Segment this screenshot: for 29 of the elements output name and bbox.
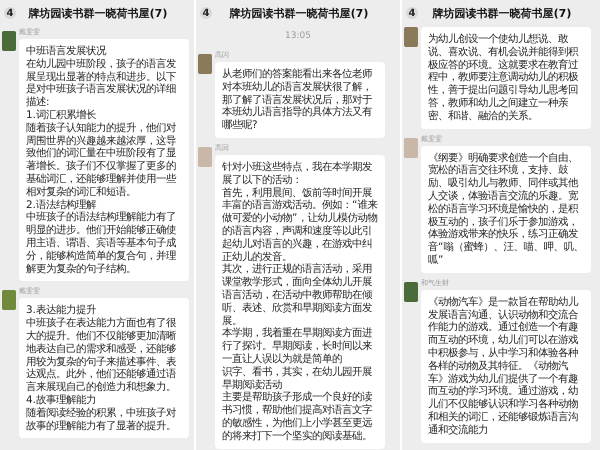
message-text: 随着阅读经验的积累，中班孩子对故事的理解能力有了显著的提升。 [26, 406, 177, 432]
message-text: 2.语法结构理解 [26, 198, 98, 211]
message-text: 《纲要》明确要求创造一个自由、宽松的语言交往环境，支持、鼓励、吸引幼儿与教师、同伴或其他人交谈，体验语言交流的乐趣。宽松的语言学习环境是愉快的，是积极互动的，孩子们乐于参加游戏，体验游戏带来的快乐，练习正确发音“嗡（蜜蜂）、汪、喵、呷、叽、呱” [428, 152, 584, 267]
message-text: 中班孩子在表达能力方面也有了很大的提升。他们不仅能够更加清晰地表达自己的需求和感受，还能够用较为复杂的句子来描述事件、表达观点。此外，他们还能够通过语言来展现自己的创造力和想象力。 [26, 317, 178, 394]
message-text: 其次，进行正规的语言活动，采用课堂教学形式，面向全体幼儿开展语言活动，在活动中教师帮助在倾听、表述、欣赏和早期阅读方面发展。 [222, 263, 374, 327]
message-text: 1.词汇积累增长 [26, 108, 97, 122]
message-text: 在幼儿园中班阶段，孩子的语言发展呈现出显著的特点和进步。以下是对中班孩子语言发展状况的详细描述: [26, 58, 177, 109]
message-text: 随着孩子认知能力的提升，他们对周围世界的兴趣越来越浓厚，这导致他们的词汇量在中班阶段有了显著增长。孩子们不仅掌握了更多的基础词汇，还能够理解并使用一些相对复杂的词汇和短语。 [26, 122, 178, 199]
message-text: 从老师们的答案能看出来各位老师对本班幼儿的语言发展状很了解，那了解了语言发展状况后，那对于本班幼儿语言指导的具体方法又有哪些呢? [222, 68, 373, 132]
unread-count[interactable]: 4 [200, 7, 212, 19]
message-text: 针对小班这些特点，我在本学期发展了以下的活动： [222, 160, 373, 187]
chat-title: 牌坊园读书群一晓荷书屋(7) [432, 6, 572, 20]
unread-count[interactable]: 4 [4, 7, 16, 19]
avatar-photo-placeholder[interactable] [404, 282, 418, 302]
message-text: 首先，利用晨间、饭前等时间开展丰富的语言游戏活动。例如：“谁来做可爱的小动物”，让幼儿模仿动物的语言内容，声调和速度等以此引起幼儿对语言的兴趣，在游戏中纠正幼儿的发音。 [222, 186, 378, 263]
message-text: 中班语言发展状况 [26, 45, 108, 58]
message-text: 识字、看书，其实，在幼儿园开展早期阅读活动 [222, 366, 373, 391]
message-text: 《动物汽车》是一款旨在帮助幼儿发展语言沟通、认识动物和交流合作能力的游戏。通过创造一个有趣而互动的环境，幼儿们可以在游戏中积极参与，从中学习和体验各种各样的动物及其特征。《动物汽车》游戏为幼儿们提供了一个有趣而互动的学习环境。通过游戏，幼儿们不仅能够认识和学习各种动物和相关的词汇，还能够锻炼语言沟通和交流能力 [428, 296, 580, 437]
message-text: 为幼儿创设一个使幼儿想说、敢说、喜欢说、有机会说并能得到积极应答的环境。这就要求在教育过程中，教师要注意调动幼儿的积极性，善于提出问题引导幼儿思考回答，教师和幼儿之间建立一种亲密、和谐、融洽的关系。 [428, 33, 580, 123]
message-text: 4.故事理解能力 [26, 394, 97, 407]
timestamp: 13:05 [284, 30, 312, 43]
message-text: 中班孩子的语法结构理解能力有了明显的进步。他们开始能够正确使用主语、谓语、宾语等基本句子成分，能够构造简单的复合句，并理解更为复杂的句子结构。 [26, 211, 178, 276]
avatar-photo-placeholder[interactable] [2, 290, 16, 310]
unread-count[interactable]: 4 [406, 7, 418, 19]
message-text: 本学期，我着重在早期阅读方面进行了探讨。早期阅读，长时间以来一直让人误以为就是简单的 [222, 327, 373, 366]
chat-title: 牌坊园读书群一晓荷书屋(7) [28, 6, 168, 20]
chat-title: 牌坊园读书群一晓荷书屋(7) [228, 6, 370, 20]
message-text: 3.表达能力提升 [26, 304, 97, 317]
message-text: 主要是帮助孩子形成一个良好的读书习惯，帮助他们提高对语言文字的敏感性，为他们上小学甚至更远的将来打下一个坚实的阅读基础。 [222, 391, 373, 443]
